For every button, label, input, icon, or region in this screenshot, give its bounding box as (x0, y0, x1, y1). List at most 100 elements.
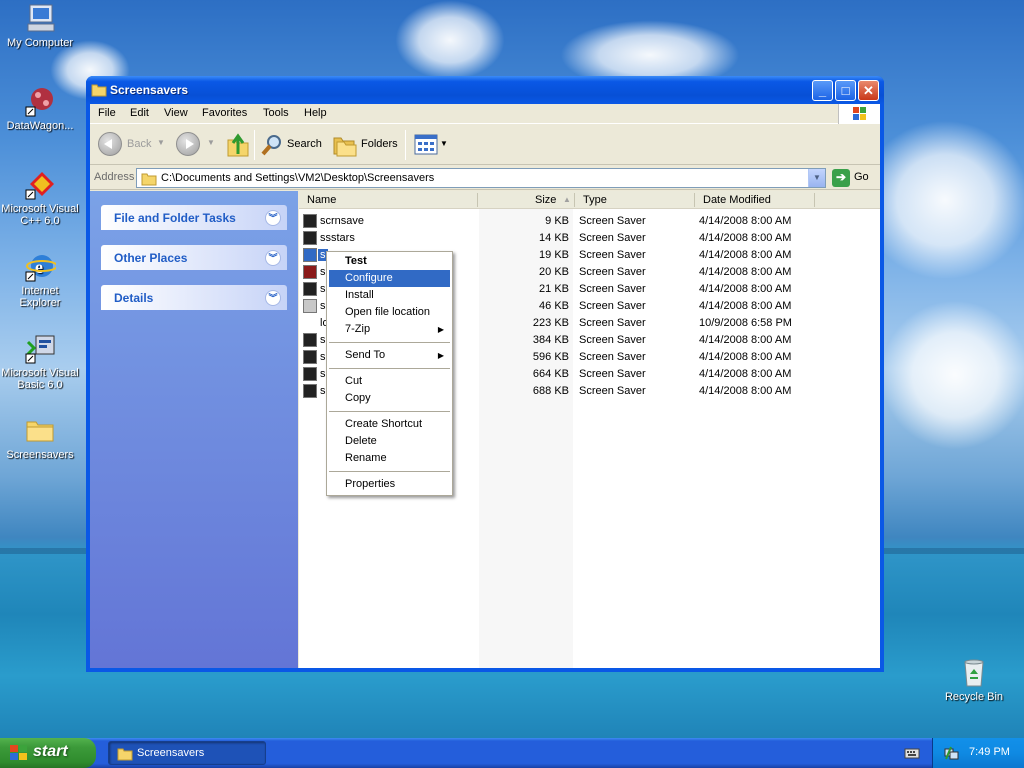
menu-item-copy[interactable]: Copy (329, 390, 450, 407)
go-arrow-icon: ➔ (832, 169, 850, 187)
folders-button[interactable]: Folders (361, 138, 398, 150)
toolbar: Back ▼ ▼ Search Folders ▼ (90, 125, 880, 165)
chevron-down-icon[interactable]: ▼ (157, 138, 165, 147)
menu-separator (329, 471, 450, 472)
toolbar-separator (254, 130, 255, 160)
expand-chevron-icon[interactable]: ︾ (265, 210, 281, 226)
column-header-date[interactable]: Date Modified (703, 194, 771, 206)
screensaver-icon (303, 367, 317, 381)
taskbar-button-screensavers[interactable]: Screensavers (108, 741, 266, 765)
title-bar[interactable]: Screensavers _ □ ✕ (86, 76, 884, 104)
go-button[interactable]: ➔ Go (830, 168, 876, 188)
menu-favorites[interactable]: Favorites (202, 107, 247, 119)
menu-help[interactable]: Help (304, 107, 327, 119)
desktop-icon-my-computer[interactable]: My Computer (0, 2, 80, 49)
address-value: C:\Documents and Settings\VM2\Desktop\Sc… (161, 172, 435, 184)
file-name: ssstars (320, 232, 355, 244)
menu-bar: File Edit View Favorites Tools Help (90, 104, 880, 124)
menu-tools[interactable]: Tools (263, 107, 289, 119)
menu-item-configure[interactable]: Configure (329, 270, 450, 287)
back-arrow-icon[interactable] (98, 132, 122, 156)
forward-arrow-icon[interactable] (176, 132, 200, 156)
column-header-row: Name Size ▲ Type Date Modified (299, 191, 880, 209)
taskbar-button-label: Screensavers (137, 747, 205, 759)
folders-icon[interactable] (332, 133, 358, 160)
column-header-name[interactable]: Name (307, 194, 336, 206)
task-panel-details[interactable]: Details ︾ (101, 285, 287, 310)
submenu-arrow-icon: ▶ (437, 325, 444, 334)
column-divider[interactable] (694, 193, 695, 207)
desktop-icon-visual-basic[interactable]: Microsoft Visual Basic 6.0 (0, 332, 80, 391)
menu-item-create-shortcut[interactable]: Create Shortcut (329, 416, 450, 433)
file-size: 596 KB (532, 351, 569, 363)
file-date: 10/9/2008 6:58 PM (699, 317, 792, 329)
file-type: Screen Saver (579, 385, 646, 397)
desktop-icon-internet-explorer[interactable]: e Internet Explorer (0, 250, 80, 309)
close-button[interactable]: ✕ (858, 80, 879, 101)
menu-item-open-file-location[interactable]: Open file location (329, 304, 450, 321)
menu-view[interactable]: View (164, 107, 188, 119)
menu-item-properties[interactable]: Properties (329, 476, 450, 493)
network-icon[interactable] (943, 745, 959, 764)
window-title: Screensavers (110, 83, 189, 97)
minimize-button[interactable]: _ (812, 80, 833, 101)
file-name: s (320, 300, 326, 312)
file-type: Screen Saver (579, 266, 646, 278)
desktop-icon-visual-cpp[interactable]: Microsoft Visual C++ 6.0 (0, 168, 80, 227)
desktop-icon-datawagon[interactable]: DataWagon... (0, 85, 80, 132)
menu-item-7zip[interactable]: 7-Zip ▶ (329, 321, 450, 338)
desktop-icon-label: Microsoft Visual C++ 6.0 (1, 203, 79, 227)
menu-item-test[interactable]: Test (329, 253, 450, 270)
internet-explorer-icon: e (24, 250, 58, 282)
expand-chevron-icon[interactable]: ︾ (265, 250, 281, 266)
back-button[interactable]: Back (127, 138, 151, 150)
file-date: 4/14/2008 8:00 AM (699, 334, 792, 346)
column-divider[interactable] (574, 193, 575, 207)
expand-chevron-icon[interactable]: ︾ (265, 290, 281, 306)
menu-item-send-to[interactable]: Send To ▶ (329, 347, 450, 364)
file-size: 9 KB (545, 215, 569, 227)
submenu-arrow-icon: ▶ (437, 351, 444, 360)
desktop-icon-label: My Computer (6, 37, 74, 49)
task-panel-file-folder[interactable]: File and Folder Tasks ︾ (101, 205, 287, 230)
search-icon[interactable] (260, 133, 284, 160)
keyboard-icon[interactable] (904, 746, 920, 763)
file-type: Screen Saver (579, 351, 646, 363)
table-row[interactable]: ssstars 14 KB Screen Saver 4/14/2008 8:0… (299, 230, 880, 247)
start-button[interactable]: start (0, 738, 96, 768)
desktop-icon-recycle-bin[interactable]: Recycle Bin (934, 656, 1014, 703)
maximize-button[interactable]: □ (835, 80, 856, 101)
screensaver-icon (303, 214, 317, 228)
task-pane: File and Folder Tasks ︾ Other Places ︾ D… (90, 191, 298, 668)
column-header-size[interactable]: Size (535, 194, 556, 206)
menu-item-cut[interactable]: Cut (329, 373, 450, 390)
desktop-icon-label: DataWagon... (6, 120, 74, 132)
menu-item-install[interactable]: Install (329, 287, 450, 304)
windows-logo (838, 104, 880, 124)
cloud (880, 300, 1024, 450)
chevron-down-icon[interactable]: ▼ (440, 139, 448, 148)
table-row[interactable]: scrnsave 9 KB Screen Saver 4/14/2008 8:0… (299, 213, 880, 230)
views-icon[interactable] (414, 134, 438, 159)
clock[interactable]: 7:49 PM (969, 746, 1010, 758)
menu-separator (329, 342, 450, 343)
menu-file[interactable]: File (98, 107, 116, 119)
menu-item-rename[interactable]: Rename (329, 450, 450, 467)
address-input[interactable]: C:\Documents and Settings\VM2\Desktop\Sc… (136, 168, 826, 188)
up-folder-icon[interactable] (226, 132, 250, 161)
menu-edit[interactable]: Edit (130, 107, 149, 119)
column-divider[interactable] (477, 193, 478, 207)
column-header-type[interactable]: Type (583, 194, 607, 206)
search-button[interactable]: Search (287, 138, 322, 150)
task-panel-other-places[interactable]: Other Places ︾ (101, 245, 287, 270)
desktop-icon-screensavers[interactable]: Screensavers (0, 414, 80, 461)
file-name: s (320, 334, 326, 346)
menu-item-delete[interactable]: Delete (329, 433, 450, 450)
file-date: 4/14/2008 8:00 AM (699, 266, 792, 278)
file-size: 14 KB (539, 232, 569, 244)
column-divider[interactable] (814, 193, 815, 207)
chevron-down-icon[interactable]: ▼ (207, 138, 215, 147)
address-dropdown-button[interactable]: ▼ (808, 169, 825, 187)
shortcut-icon (303, 316, 317, 330)
desktop-icon-label: Screensavers (6, 449, 74, 461)
